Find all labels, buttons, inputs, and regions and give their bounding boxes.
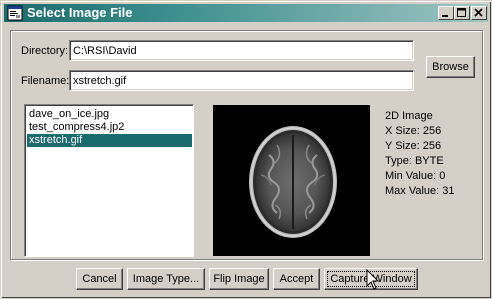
directory-field[interactable]: [69, 40, 414, 61]
y-size: Y Size: 256: [385, 140, 442, 152]
title-bar[interactable]: Select Image File: [4, 4, 488, 22]
x-size: X Size: 256: [385, 125, 442, 137]
image-kind: 2D Image: [385, 110, 433, 122]
flip-image-button[interactable]: Flip Image: [209, 268, 269, 290]
minimize-button[interactable]: [438, 6, 454, 20]
cancel-button[interactable]: Cancel: [76, 268, 123, 290]
maximize-button[interactable]: [454, 6, 470, 20]
window-title: Select Image File: [27, 5, 133, 20]
list-item[interactable]: test_compress4.jp2: [27, 121, 192, 134]
minimize-icon: [442, 15, 448, 17]
select-image-file-dialog: Select Image File Directory: Filename: B…: [0, 0, 492, 299]
list-item[interactable]: dave_on_ice.jpg: [27, 108, 192, 121]
image-preview: [213, 105, 370, 256]
directory-label: Directory:: [21, 45, 69, 57]
app-icon[interactable]: [7, 5, 23, 21]
max-value: Max Value: 31: [385, 185, 455, 197]
close-icon: [474, 8, 483, 17]
close-button[interactable]: [471, 6, 487, 20]
accept-button[interactable]: Accept: [273, 268, 320, 290]
data-type: Type: BYTE: [385, 155, 444, 167]
filename-input[interactable]: [73, 74, 410, 88]
mouse-cursor-icon: [366, 269, 380, 290]
min-value: Min Value: 0: [385, 170, 446, 182]
file-listbox[interactable]: dave_on_ice.jpg test_compress4.jp2 xstre…: [24, 104, 194, 257]
filename-label: Filename:: [21, 75, 70, 87]
image-type-button[interactable]: Image Type...: [127, 268, 205, 290]
image-info: 2D Image X Size: 256 Y Size: 256 Type: B…: [385, 109, 455, 199]
browse-button[interactable]: Browse: [426, 56, 475, 78]
maximize-icon: [457, 8, 466, 17]
filename-field[interactable]: [69, 70, 414, 91]
list-item-selected[interactable]: xstretch.gif: [27, 134, 192, 147]
directory-input[interactable]: [73, 44, 410, 58]
brain-mri-image: [249, 126, 337, 238]
